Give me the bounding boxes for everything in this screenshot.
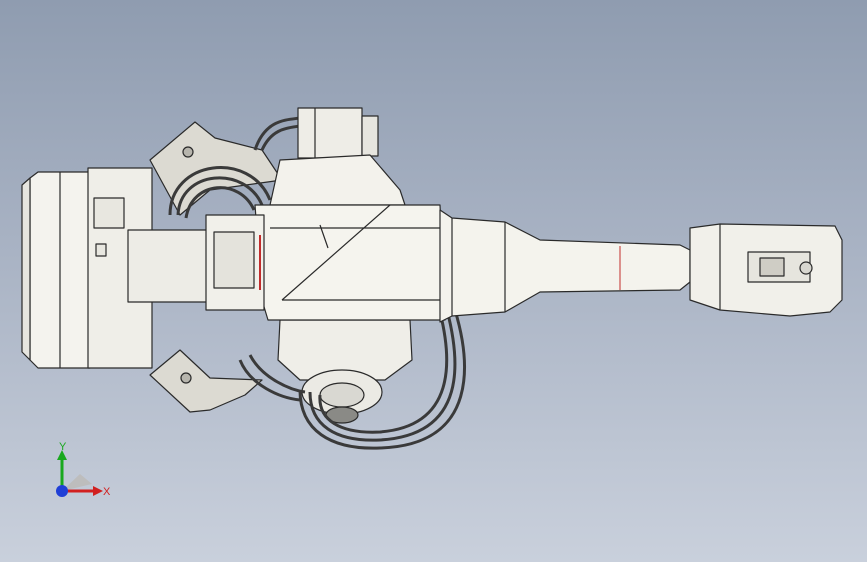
x-axis-label: X — [103, 486, 111, 498]
top-motor — [297, 107, 379, 159]
shoulder-housing — [254, 154, 446, 321]
robot-arm-model[interactable] — [0, 0, 867, 562]
wrist — [689, 223, 843, 317]
y-axis-label: Y — [59, 441, 67, 453]
forearm — [439, 209, 691, 323]
turret-lower — [277, 319, 413, 424]
axis-triad — [56, 450, 103, 497]
graphics-viewport[interactable]: Y X — [0, 0, 867, 562]
